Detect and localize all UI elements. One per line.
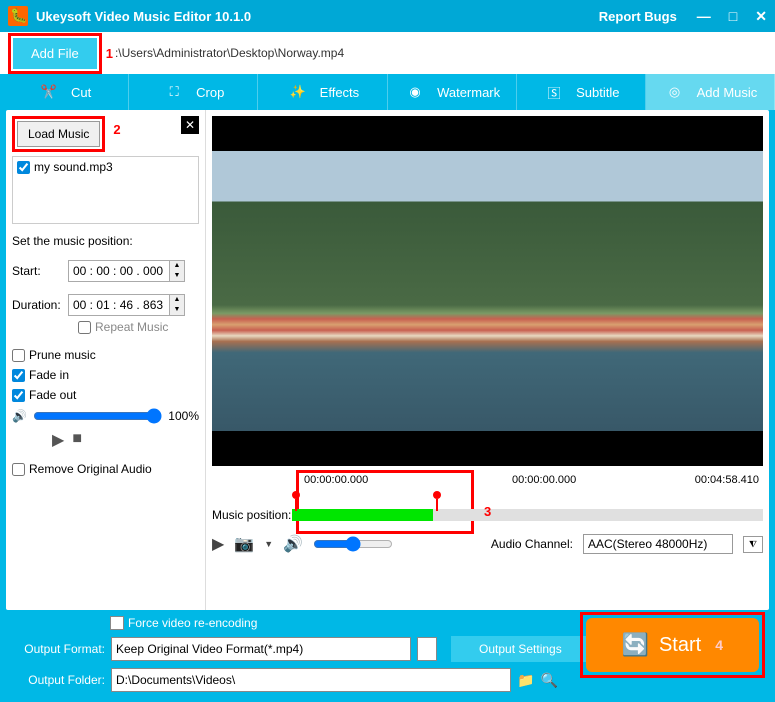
output-folder-label: Output Folder: xyxy=(10,673,105,687)
report-bugs-link[interactable]: Report Bugs xyxy=(599,9,677,24)
remove-music-button[interactable]: ✕ xyxy=(181,116,199,134)
start-button[interactable]: 🔄 Start 4 xyxy=(586,618,759,672)
music-position-label: Music position: xyxy=(212,508,292,522)
close-icon[interactable]: ✕ xyxy=(755,8,767,25)
subtitle-icon: 🅂 xyxy=(542,80,566,104)
volume-slider[interactable] xyxy=(33,408,162,424)
volume-percent: 100% xyxy=(168,409,199,423)
start-time-input[interactable] xyxy=(69,262,169,280)
audio-channel-label: Audio Channel: xyxy=(491,537,573,551)
start-down[interactable]: ▼ xyxy=(169,271,184,281)
audio-channel-dropdown[interactable]: ⧨ xyxy=(743,536,763,553)
fade-in-label: Fade in xyxy=(29,368,69,382)
cut-icon: ✂️ xyxy=(37,80,61,104)
file-path: :\Users\Administrator\Desktop\Norway.mp4 xyxy=(115,46,344,60)
force-reencode-label: Force video re-encoding xyxy=(128,616,257,630)
force-reencode-checkbox[interactable] xyxy=(110,616,124,630)
snapshot-button[interactable]: 📷 xyxy=(234,534,254,554)
time-current: 00:00:00.000 xyxy=(512,474,576,486)
annotation-3: 3 xyxy=(484,504,491,519)
refresh-icon: 🔄 xyxy=(622,632,649,658)
add-file-button[interactable]: Add File xyxy=(13,38,97,69)
dur-down[interactable]: ▼ xyxy=(169,305,184,315)
start-label: Start: xyxy=(12,264,62,278)
preview-volume-slider[interactable] xyxy=(313,536,393,552)
music-item-checkbox[interactable] xyxy=(17,161,30,174)
end-marker[interactable] xyxy=(433,491,441,499)
fade-in-checkbox[interactable] xyxy=(12,369,25,382)
timeline: 00:00:00.000 00:00:00.000 00:04:58.410 M… xyxy=(212,474,763,522)
tab-crop[interactable]: ⛶ Crop xyxy=(129,74,258,110)
audio-channel-select[interactable]: AAC(Stereo 48000Hz) xyxy=(583,534,733,554)
annotation-1: 1 xyxy=(106,46,113,61)
tab-subtitle-label: Subtitle xyxy=(576,85,619,100)
output-folder-input[interactable]: D:\Documents\Videos\ xyxy=(111,668,511,692)
watermark-icon: ◉ xyxy=(403,80,427,104)
tab-subtitle[interactable]: 🅂 Subtitle xyxy=(517,74,646,110)
stop-button[interactable]: ■ xyxy=(72,430,82,450)
duration-label: Duration: xyxy=(12,298,62,312)
play-button[interactable]: ▶ xyxy=(52,430,64,450)
tab-bar: ✂️ Cut ⛶ Crop ✨ Effects ◉ Watermark 🅂 Su… xyxy=(0,74,775,110)
time-start: 00:00:00.000 xyxy=(304,474,368,486)
music-item-label: my sound.mp3 xyxy=(34,160,113,174)
music-list: my sound.mp3 xyxy=(12,156,199,224)
tab-watermark[interactable]: ◉ Watermark xyxy=(388,74,517,110)
remove-original-audio-checkbox[interactable] xyxy=(12,463,25,476)
load-music-button[interactable]: Load Music xyxy=(17,121,100,147)
start-up[interactable]: ▲ xyxy=(169,261,184,271)
output-settings-button[interactable]: Output Settings xyxy=(451,636,590,662)
tab-watermark-label: Watermark xyxy=(437,85,500,100)
snapshot-drop[interactable]: ▼ xyxy=(264,539,273,549)
repeat-music-checkbox[interactable] xyxy=(78,321,91,334)
titlebar: Ukeysoft Video Music Editor 10.1.0 Repor… xyxy=(0,0,775,32)
tab-add-music-label: Add Music xyxy=(697,85,758,100)
tab-cut[interactable]: ✂️ Cut xyxy=(0,74,129,110)
maximize-icon[interactable]: □ xyxy=(729,8,737,25)
start-label: Start xyxy=(659,634,701,657)
app-logo xyxy=(8,6,28,26)
minimize-icon[interactable]: — xyxy=(697,8,711,25)
start-marker[interactable] xyxy=(292,491,300,499)
output-format-dropdown[interactable]: ▴ xyxy=(417,637,437,661)
preview-pane: 00:00:00.000 00:00:00.000 00:04:58.410 M… xyxy=(206,110,769,610)
volume-icon: 🔊 xyxy=(12,409,27,423)
crop-icon: ⛶ xyxy=(162,80,186,104)
sidebar: Load Music 2 ✕ my sound.mp3 Set the musi… xyxy=(6,110,206,610)
output-format-select[interactable]: Keep Original Video Format(*.mp4) xyxy=(111,637,411,661)
remove-original-label: Remove Original Audio xyxy=(29,462,152,476)
music-icon: ◎ xyxy=(663,80,687,104)
fade-out-checkbox[interactable] xyxy=(12,389,25,402)
repeat-music-label: Repeat Music xyxy=(95,320,168,334)
preview-volume-icon: 🔊 xyxy=(283,534,303,554)
video-preview[interactable] xyxy=(212,116,763,466)
annotation-2: 2 xyxy=(113,122,120,137)
output-format-label: Output Format: xyxy=(10,642,105,656)
effects-icon: ✨ xyxy=(286,80,310,104)
annotation-4: 4 xyxy=(715,637,723,653)
top-toolbar: Add File 1 :\Users\Administrator\Desktop… xyxy=(0,32,775,74)
time-end: 00:04:58.410 xyxy=(695,474,759,486)
fade-out-label: Fade out xyxy=(29,388,76,402)
tab-crop-label: Crop xyxy=(196,85,224,100)
preview-play-button[interactable]: ▶ xyxy=(212,534,224,554)
tab-cut-label: Cut xyxy=(71,85,91,100)
tab-effects[interactable]: ✨ Effects xyxy=(258,74,387,110)
music-list-item[interactable]: my sound.mp3 xyxy=(13,157,198,177)
app-title: Ukeysoft Video Music Editor 10.1.0 xyxy=(36,9,599,24)
duration-input[interactable] xyxy=(69,296,169,314)
prune-music-label: Prune music xyxy=(29,348,96,362)
tab-effects-label: Effects xyxy=(320,85,360,100)
dur-up[interactable]: ▲ xyxy=(169,295,184,305)
set-position-label: Set the music position: xyxy=(12,234,199,248)
prune-music-checkbox[interactable] xyxy=(12,349,25,362)
music-position-bar[interactable] xyxy=(292,509,763,521)
main-area: Load Music 2 ✕ my sound.mp3 Set the musi… xyxy=(6,110,769,610)
tab-add-music[interactable]: ◎ Add Music xyxy=(646,74,775,110)
